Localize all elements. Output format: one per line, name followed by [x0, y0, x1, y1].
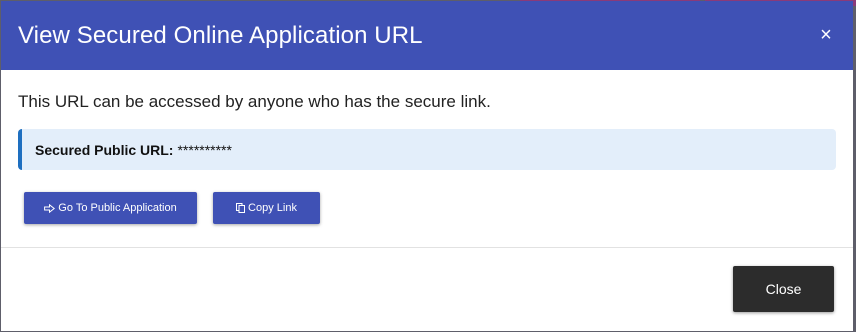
close-button[interactable]: Close — [733, 266, 834, 312]
secured-url-label: Secured Public URL: — [35, 141, 174, 158]
close-icon[interactable]: × — [816, 25, 836, 45]
copy-link-button[interactable]: Copy Link — [213, 192, 320, 224]
dialog-footer: Close — [1, 248, 853, 331]
go-to-public-application-button[interactable]: Go To Public Application — [24, 192, 197, 224]
dialog-description: This URL can be accessed by anyone who h… — [18, 92, 491, 111]
secured-url-box: Secured Public URL: ********** — [18, 129, 836, 170]
dialog-header: View Secured Online Application URL × — [1, 1, 853, 70]
secured-url-dialog: View Secured Online Application URL × Th… — [1, 1, 853, 331]
arrow-right-outline-icon — [44, 203, 56, 213]
copy-icon — [236, 203, 246, 213]
action-buttons: Go To Public Application Copy Link — [18, 192, 836, 224]
dialog-title: View Secured Online Application URL — [18, 21, 423, 49]
go-to-public-application-label: Go To Public Application — [58, 202, 177, 214]
secured-url-value: ********** — [177, 141, 232, 158]
dialog-body: This URL can be accessed by anyone who h… — [1, 70, 853, 248]
copy-link-label: Copy Link — [248, 202, 297, 214]
